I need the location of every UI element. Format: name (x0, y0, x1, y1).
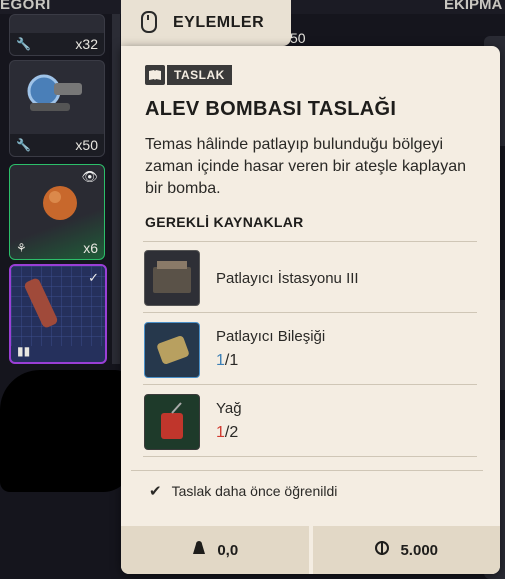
resource-name: Patlayıcı İstasyonu III (216, 270, 359, 287)
oil-can-icon (144, 394, 200, 450)
inventory-category-label: EGORI (0, 0, 51, 13)
mouse-icon (141, 11, 157, 33)
wrench-icon: 🔧 (16, 37, 31, 51)
resource-name: Patlayıcı Bileşiği (216, 328, 326, 345)
redacted-area (0, 370, 133, 492)
resource-row: Patlayıcı İstasyonu III (144, 250, 478, 308)
explosive-station-icon (144, 250, 200, 306)
divider (143, 312, 477, 313)
check-icon: ✔ (149, 483, 162, 500)
actions-tab[interactable]: EYLEMLER (121, 0, 291, 46)
actions-label: EYLEMLER (173, 14, 265, 31)
price-value: 5.000 (400, 541, 439, 559)
item-description: Temas hâlinde patlayıp bulunduğu bölgeyi… (145, 136, 467, 197)
divider (131, 470, 483, 471)
badge-label: TASLAK (167, 65, 232, 85)
equipment-label: EKIPMA (444, 0, 503, 13)
leaf-icon: ⚘ (16, 241, 27, 255)
item-count: x50 (75, 137, 98, 153)
resource-quantity: 1/1 (216, 352, 239, 369)
eye-icon: 👁 (81, 169, 98, 184)
resource-row: Patlayıcı Bileşiği 1/1 (144, 322, 478, 380)
blueprint-icon: ▮▮ (17, 344, 31, 358)
inventory-slot-selected[interactable]: ✓ ▮▮ (9, 264, 107, 364)
weight-value: 0,0 (217, 541, 239, 559)
wrench-icon: 🔧 (16, 138, 31, 152)
weight-icon (191, 540, 207, 560)
check-icon: ✓ (88, 270, 99, 285)
item-tooltip: TASLAK ALEV BOMBASI TASLAĞI Temas hâlind… (121, 46, 500, 574)
item-count: 50 (290, 30, 306, 46)
inventory-column-partial (112, 14, 120, 364)
learned-text: Taslak daha önce öğrenildi (171, 483, 338, 499)
device-item-icon (27, 74, 82, 111)
price-cell: 5.000 (312, 526, 500, 574)
blueprint-badge: TASLAK (145, 64, 232, 86)
item-count: x32 (75, 36, 98, 52)
coin-icon (374, 540, 390, 560)
resource-name: Yağ (216, 400, 242, 417)
item-title: ALEV BOMBASI TASLAĞI (145, 98, 397, 120)
resource-quantity: 1/2 (216, 424, 239, 441)
learned-status: ✔ Taslak daha önce öğrenildi (149, 482, 337, 500)
inventory-slot[interactable]: 🔧 x32 (9, 14, 105, 56)
resource-row: Yağ 1/2 (144, 394, 478, 452)
tooltip-footer: 0,0 5.000 (121, 526, 500, 574)
explosive-compound-icon (144, 322, 200, 378)
requirements-heading: GEREKLİ KAYNAKLAR (145, 214, 304, 230)
divider (143, 241, 477, 242)
inventory-slot[interactable]: 👁 ⚘ x6 (9, 164, 105, 260)
divider (143, 384, 477, 385)
book-icon (145, 65, 165, 85)
item-count: x6 (83, 240, 98, 256)
weight-cell: 0,0 (121, 526, 309, 574)
divider (143, 456, 477, 457)
inventory-slot[interactable]: 🔧 x50 (9, 60, 105, 157)
